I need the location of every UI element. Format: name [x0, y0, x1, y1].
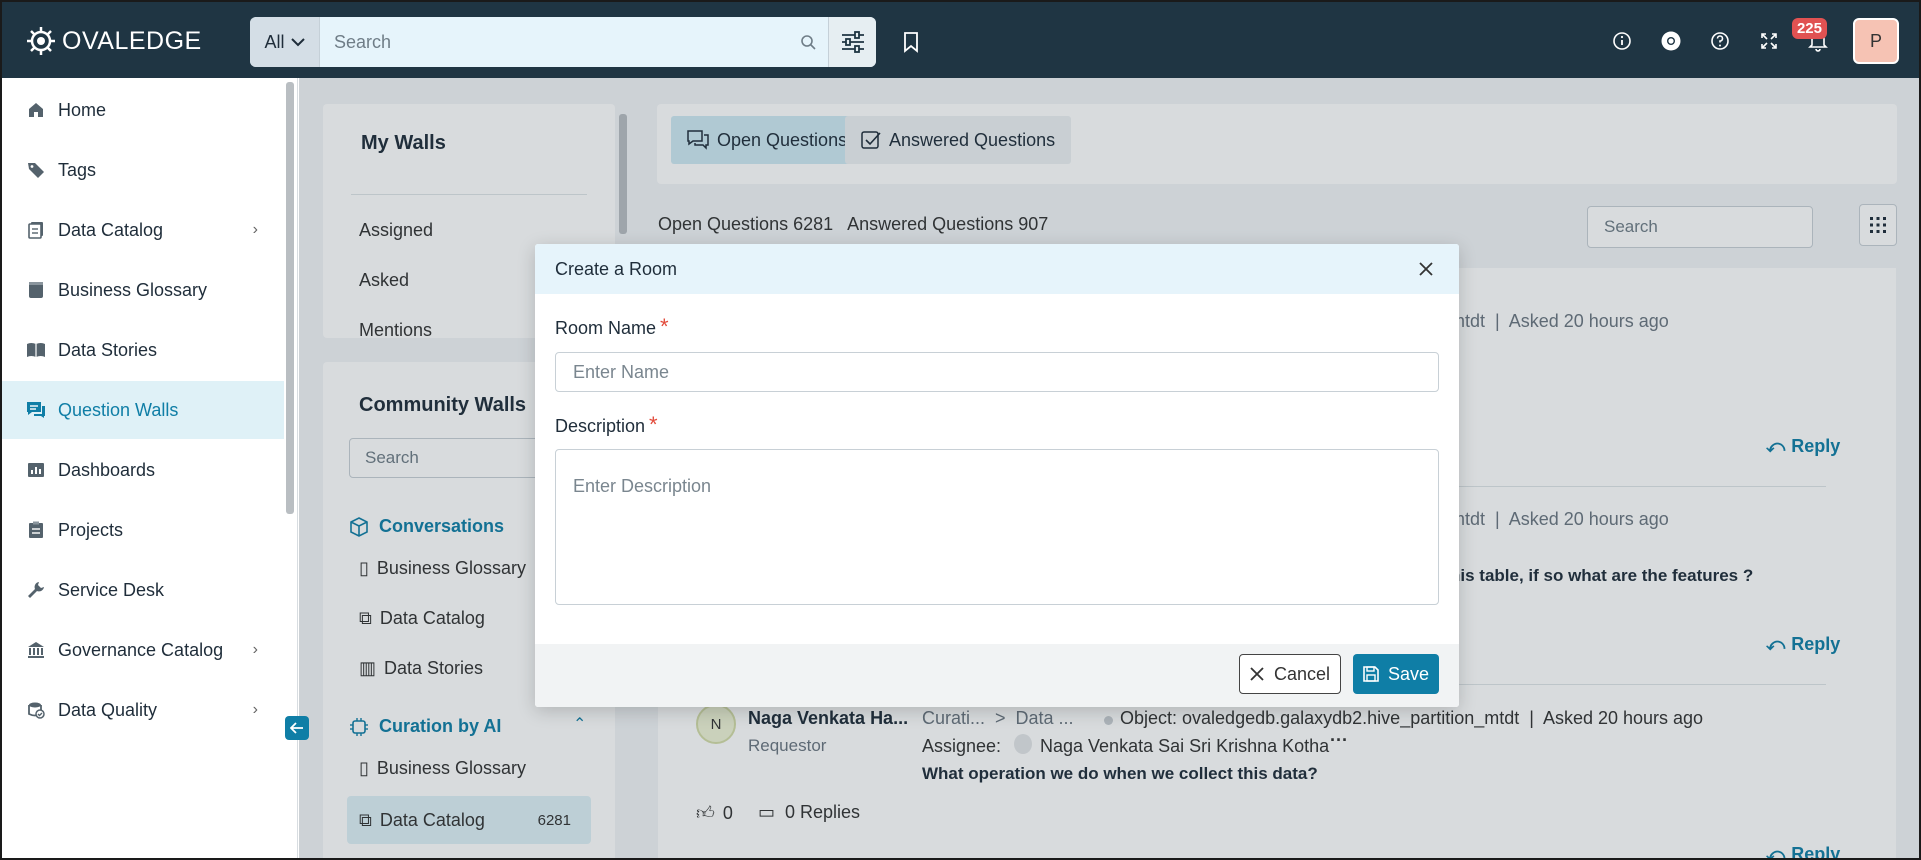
cancel-label: Cancel: [1273, 663, 1331, 684]
clipboard-icon: [26, 520, 46, 540]
room-name-label: Room Name *: [555, 314, 669, 340]
sliders-icon: [841, 31, 864, 53]
help-icon[interactable]: [1709, 30, 1731, 52]
sidebar-item-home[interactable]: Home: [2, 81, 284, 139]
sidebar-item-label: Question Walls: [58, 399, 179, 420]
sidebar-item-label: Tags: [58, 159, 97, 180]
description-label: Description *: [555, 412, 658, 438]
label-text: Description: [555, 416, 646, 436]
fullscreen-icon[interactable]: [1758, 30, 1780, 52]
search-scope-select[interactable]: All: [250, 17, 320, 67]
arrow-left-icon: [290, 722, 303, 734]
sidebar-item-data-quality[interactable]: Data Quality ›: [2, 681, 284, 739]
sidebar-item-label: Data Stories: [58, 339, 158, 360]
save-button[interactable]: Save: [1353, 654, 1439, 694]
save-icon: [1363, 666, 1379, 682]
user-avatar[interactable]: P: [1853, 18, 1899, 64]
description-input[interactable]: [555, 449, 1439, 605]
chrome-extension-icon[interactable]: [1660, 30, 1682, 52]
dialog-footer: Cancel Save: [535, 644, 1459, 707]
search-input[interactable]: [320, 17, 788, 67]
chevron-down-icon: [290, 38, 305, 47]
bank-icon: [26, 640, 46, 660]
dialog-title: Create a Room: [555, 258, 678, 279]
sidebar-item-label: Service Desk: [58, 579, 165, 600]
quality-icon: [26, 700, 46, 720]
global-search: All: [250, 17, 876, 67]
required-marker: *: [649, 412, 658, 437]
room-name-input[interactable]: [555, 352, 1439, 392]
collapse-sidebar-button[interactable]: [285, 716, 309, 740]
sidebar-item-data-stories[interactable]: Data Stories: [2, 321, 284, 379]
brand-name: OVALEDGE: [62, 26, 202, 55]
create-room-dialog: Create a Room Room Name* Description* Ca…: [535, 244, 1459, 707]
logo[interactable]: OVALEDGE: [26, 26, 202, 56]
home-icon: [26, 100, 46, 120]
chat-icon: [26, 400, 46, 420]
advanced-filter-button[interactable]: [828, 17, 876, 67]
sidebar-item-data-catalog[interactable]: Data Catalog ›: [2, 201, 284, 259]
sidebar-scrollbar[interactable]: [286, 82, 294, 514]
close-icon: [1250, 667, 1264, 681]
sidebar-item-label: Dashboards: [58, 459, 156, 480]
book-icon: [26, 280, 46, 300]
sidebar-item-label: Business Glossary: [58, 279, 208, 300]
dialog-header: Create a Room: [535, 244, 1459, 294]
bookmark-icon[interactable]: [900, 30, 922, 54]
sidebar-item-label: Home: [58, 99, 107, 120]
logo-icon: [27, 27, 55, 55]
app-frame: OVALEDGE All 225 P: [0, 0, 1921, 860]
cancel-button[interactable]: Cancel: [1239, 654, 1341, 694]
sidebar-item-label: Governance Catalog: [58, 639, 224, 660]
sidebar-item-label: Data Catalog: [58, 219, 164, 240]
search-scope-label: All: [264, 31, 285, 52]
open-book-icon: [26, 340, 46, 360]
dashboard-icon: [26, 460, 46, 480]
chevron-right-icon: ›: [252, 221, 258, 238]
sidebar-item-business-glossary[interactable]: Business Glossary: [2, 261, 284, 319]
sidebar-item-tags[interactable]: Tags: [2, 141, 284, 199]
sidebar-item-label: Data Quality: [58, 699, 158, 720]
sidebar-item-service-desk[interactable]: Service Desk: [2, 561, 284, 619]
label-text: Room Name: [555, 318, 657, 338]
chevron-right-icon: ›: [252, 701, 258, 718]
sidebar-item-label: Projects: [58, 519, 124, 540]
notification-count-badge: 225: [1791, 18, 1827, 39]
search-icon[interactable]: [788, 17, 828, 67]
catalog-icon: [26, 220, 46, 240]
close-icon[interactable]: [1415, 258, 1437, 280]
sidebar-item-projects[interactable]: Projects: [2, 501, 284, 559]
sidebar-item-dashboards[interactable]: Dashboards: [2, 441, 284, 499]
top-bar: OVALEDGE All 225 P: [2, 2, 1919, 78]
info-icon[interactable]: [1611, 30, 1633, 52]
wrench-icon: [26, 580, 46, 600]
sidebar-item-question-walls[interactable]: Question Walls: [2, 381, 284, 439]
sidebar-item-governance-catalog[interactable]: Governance Catalog ›: [2, 621, 284, 679]
left-navigation: Home Tags Data Catalog › Business Glossa…: [2, 78, 298, 858]
chevron-right-icon: ›: [252, 641, 258, 658]
tag-icon: [26, 160, 46, 180]
required-marker: *: [660, 314, 669, 339]
save-label: Save: [1387, 663, 1430, 684]
